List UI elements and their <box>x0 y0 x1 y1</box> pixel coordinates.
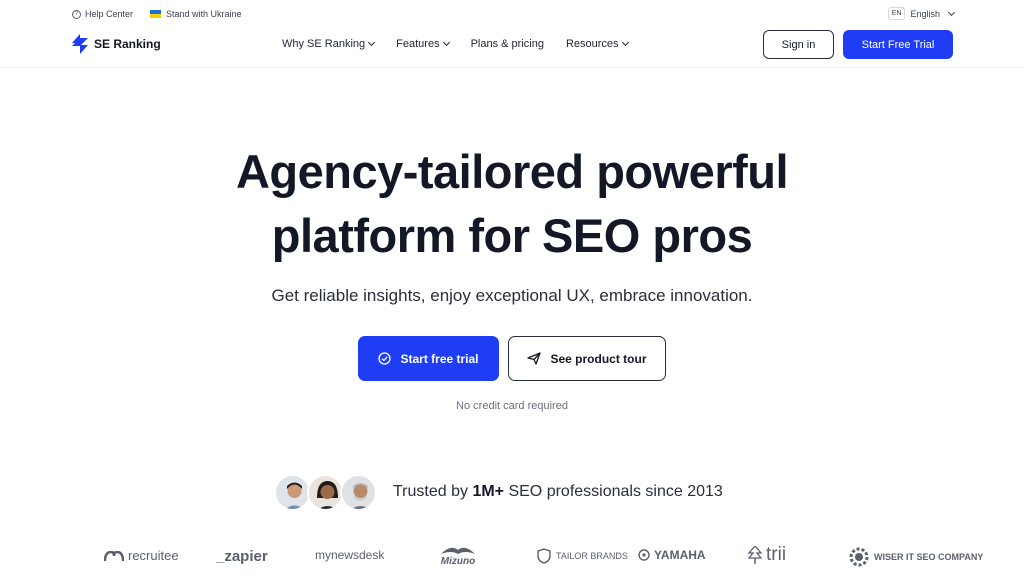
hero-title-line-1: Agency-tailored powerful <box>235 145 789 198</box>
trusted-highlight: 1M+ <box>472 483 505 500</box>
client-logos: recruitee _zapier mynewsdesk Mizuno TAIL… <box>0 540 1024 576</box>
wiser-it-gear-icon <box>849 547 869 567</box>
avatar <box>307 474 344 511</box>
mizuno-logo: Mizuno <box>439 544 477 567</box>
zapier-logo: _zapier <box>216 548 268 565</box>
help-icon: ? <box>72 9 81 19</box>
see-product-tour-button[interactable]: See product tour <box>508 336 666 381</box>
recruitee-logo-text: recruitee <box>128 548 179 563</box>
yamaha-tuning-fork-icon <box>638 549 650 561</box>
trii-logo-text: trii <box>766 544 787 565</box>
stand-with-ukraine-label: Stand with Ukraine <box>166 9 242 19</box>
start-free-trial-header-button[interactable]: Start Free Trial <box>843 30 953 59</box>
trusted-by-text: Trusted by 1M+ SEO professionals since 2… <box>393 483 723 501</box>
check-circle-icon <box>378 352 392 365</box>
language-selector[interactable]: EN English <box>887 7 956 20</box>
tailor-brands-icon <box>537 548 551 564</box>
nav-why-se-ranking[interactable]: Why SE Ranking <box>282 38 376 50</box>
stand-with-ukraine-link[interactable]: Stand with Ukraine <box>150 9 242 19</box>
yamaha-logo-text: YAMAHA <box>654 548 706 562</box>
hero-title-line-2: platform for SEO pros <box>271 209 753 262</box>
utility-bar: ? Help Center Stand with Ukraine EN Engl… <box>0 0 1024 28</box>
tailor-brands-logo-text: TAILOR BRANDS <box>556 550 628 561</box>
avatar <box>340 474 377 511</box>
ukraine-flag-icon <box>150 10 161 18</box>
hero-title: Agency-tailored powerful platform for SE… <box>0 140 1024 268</box>
zapier-logo-text: _zapier <box>216 548 268 565</box>
wiser-it-logo: WISER IT SEO COMPANY <box>848 546 984 568</box>
help-center-label: Help Center <box>85 9 134 19</box>
avatar <box>274 474 311 511</box>
no-credit-card-note: No credit card required <box>456 400 568 412</box>
recruitee-mark-icon <box>104 550 124 561</box>
brand-name: SE Ranking <box>94 37 161 51</box>
nav-resources-label: Resources <box>565 38 619 50</box>
main-nav: Why SE Ranking Features Plans & pricing … <box>282 38 629 50</box>
nav-features-label: Features <box>396 38 440 50</box>
mynewsdesk-logo-text: mynewsdesk <box>315 548 385 562</box>
nav-features[interactable]: Features <box>396 38 450 50</box>
se-ranking-logo[interactable]: SE Ranking <box>71 34 161 54</box>
wiser-it-logo-text: WISER IT SEO COMPANY <box>874 551 984 562</box>
chevron-down-icon <box>368 38 376 47</box>
help-center-link[interactable]: ? Help Center <box>72 9 133 19</box>
tree-icon <box>748 546 762 564</box>
se-ranking-logo-icon <box>72 34 88 54</box>
see-product-tour-label: See product tour <box>550 351 647 366</box>
trii-logo: trii <box>748 544 786 566</box>
mizuno-logo-text: Mizuno <box>440 556 476 567</box>
nav-plans-pricing[interactable]: Plans & pricing <box>471 38 544 50</box>
tailor-brands-logo: TAILOR BRANDS <box>536 548 628 564</box>
recruitee-logo: recruitee <box>104 548 179 563</box>
start-free-trial-button[interactable]: Start free trial <box>358 336 499 381</box>
yamaha-logo: YAMAHA <box>638 548 706 562</box>
chevron-down-icon <box>621 38 629 47</box>
start-free-trial-label: Start free trial <box>400 351 479 366</box>
chevron-down-icon <box>947 8 956 16</box>
hero-subtitle: Get reliable insights, enjoy exceptional… <box>271 286 753 305</box>
nav-why-se-ranking-label: Why SE Ranking <box>282 38 366 50</box>
language-label: English <box>910 8 940 19</box>
trusted-prefix: Trusted by <box>393 483 473 500</box>
sign-in-button[interactable]: Sign in <box>763 30 834 59</box>
mizuno-runbird-icon <box>441 547 475 554</box>
paper-plane-icon <box>527 352 542 365</box>
nav-resources[interactable]: Resources <box>565 38 629 50</box>
language-code: EN <box>887 7 906 20</box>
chevron-down-icon <box>442 38 450 47</box>
user-avatars <box>274 474 378 512</box>
trusted-suffix: SEO professionals since 2013 <box>504 483 723 500</box>
main-header: SE Ranking Why SE Ranking Features Plans… <box>0 28 1024 68</box>
mynewsdesk-logo: mynewsdesk <box>315 548 384 562</box>
nav-plans-pricing-label: Plans & pricing <box>470 38 544 50</box>
